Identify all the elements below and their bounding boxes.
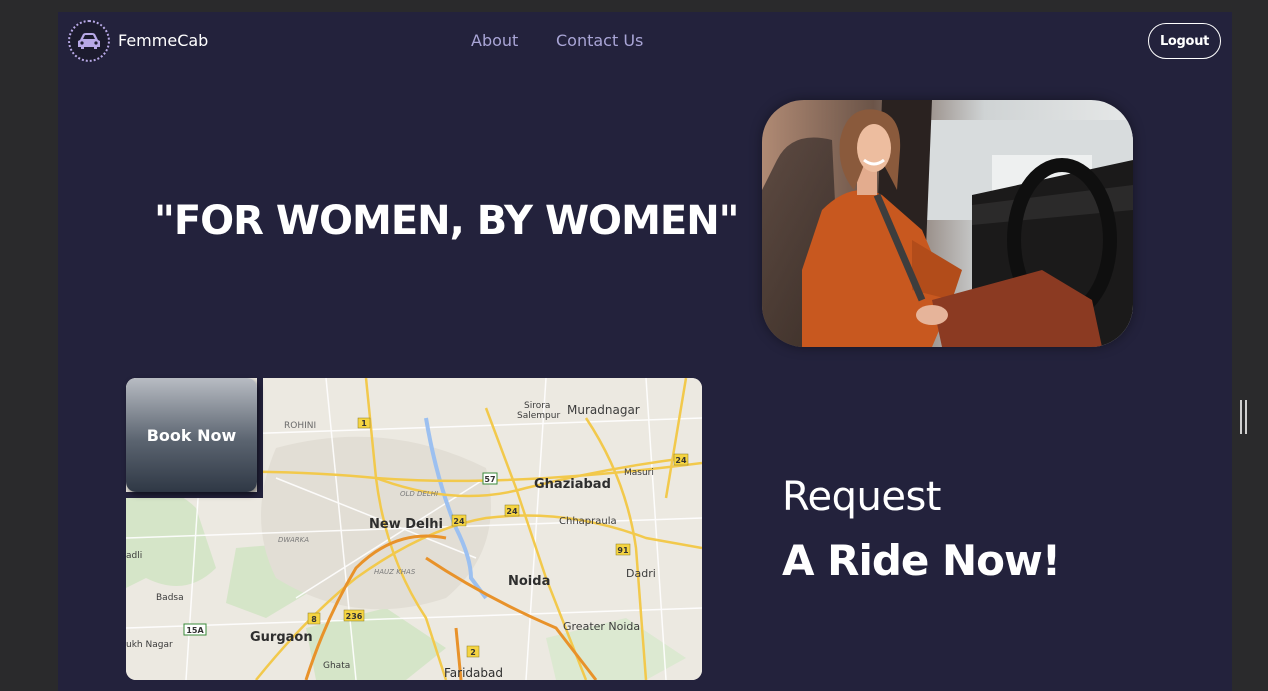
map-label: Salempur	[517, 411, 560, 421]
map-shield: 91	[617, 546, 629, 555]
map-shield: 24	[506, 507, 518, 516]
map-label: Gurgaon	[250, 630, 313, 645]
book-button-backdrop	[126, 492, 263, 498]
map-label: Dadri	[626, 567, 656, 580]
map-label: HAUZ KHAS	[374, 568, 416, 576]
map-label: adli	[126, 551, 142, 561]
scroll-handle[interactable]	[1240, 400, 1247, 434]
map-label: Masuri	[624, 468, 654, 478]
map-label: Faridabad	[444, 666, 503, 680]
page-container: FemmeCab About Contact Us Logout "FOR WO…	[58, 12, 1232, 691]
map-label: Ghaziabad	[534, 477, 611, 492]
logo[interactable]	[68, 20, 110, 62]
request-heading-line1: Request	[782, 474, 941, 520]
map-label: Chhapraula	[559, 516, 617, 527]
map-shield: 24	[453, 517, 465, 526]
map-shield: 2	[470, 648, 476, 657]
hero-tagline: "FOR WOMEN, BY WOMEN"	[154, 198, 740, 244]
map-shield: 24	[675, 456, 687, 465]
map-shield: 15A	[186, 626, 204, 635]
map-label: Sirora	[524, 401, 550, 411]
book-now-button[interactable]: Book Now	[126, 378, 257, 492]
map-label: Ghata	[323, 661, 350, 671]
map-label: Greater Noida	[563, 620, 640, 633]
map-label: Noida	[508, 574, 550, 589]
map-label: Muradnagar	[567, 403, 640, 417]
map-label: ROHINI	[284, 421, 316, 431]
map-label: Badsa	[156, 593, 184, 603]
map-label: ukh Nagar	[126, 640, 173, 650]
map-shield: 8	[311, 615, 317, 624]
map-shield: 1	[361, 419, 367, 428]
car-icon	[78, 33, 100, 49]
book-button-backdrop	[257, 378, 263, 498]
logout-button[interactable]: Logout	[1148, 23, 1221, 59]
map-label: DWARKA	[278, 536, 309, 544]
nav-contact-link[interactable]: Contact Us	[556, 31, 643, 50]
map-label: New Delhi	[369, 517, 443, 532]
nav-about-link[interactable]: About	[471, 31, 518, 50]
map-shield: 236	[346, 612, 363, 621]
brand-name[interactable]: FemmeCab	[118, 31, 208, 50]
map-label: OLD DELHI	[400, 490, 438, 498]
map-shield: 57	[484, 475, 495, 484]
hero-image	[762, 100, 1133, 347]
request-heading-line2: A Ride Now!	[782, 536, 1061, 585]
